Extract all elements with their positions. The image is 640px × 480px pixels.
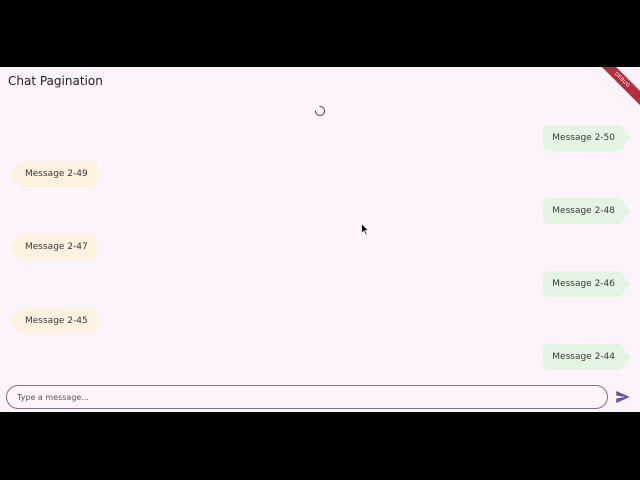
message-input[interactable] [6, 385, 608, 409]
chat-screen: Chat Pagination DEBUG Message 2-50 Messa… [0, 67, 640, 412]
message-composer [0, 383, 640, 412]
page-title: Chat Pagination [8, 74, 103, 88]
app-bar: Chat Pagination [0, 67, 640, 97]
send-icon[interactable] [614, 388, 632, 406]
message-bubble: Message 2-45 [9, 308, 97, 334]
message-bubble: Message 2-50 [543, 125, 631, 151]
message-bubble: Message 2-49 [9, 161, 97, 187]
mouse-cursor-icon [361, 223, 369, 236]
message-bubble: Message 2-44 [543, 344, 631, 370]
message-bubble: Message 2-47 [9, 234, 97, 260]
message-bubble: Message 2-46 [543, 271, 631, 297]
message-bubble: Message 2-48 [543, 198, 631, 224]
loading-spinner-icon [315, 106, 325, 116]
